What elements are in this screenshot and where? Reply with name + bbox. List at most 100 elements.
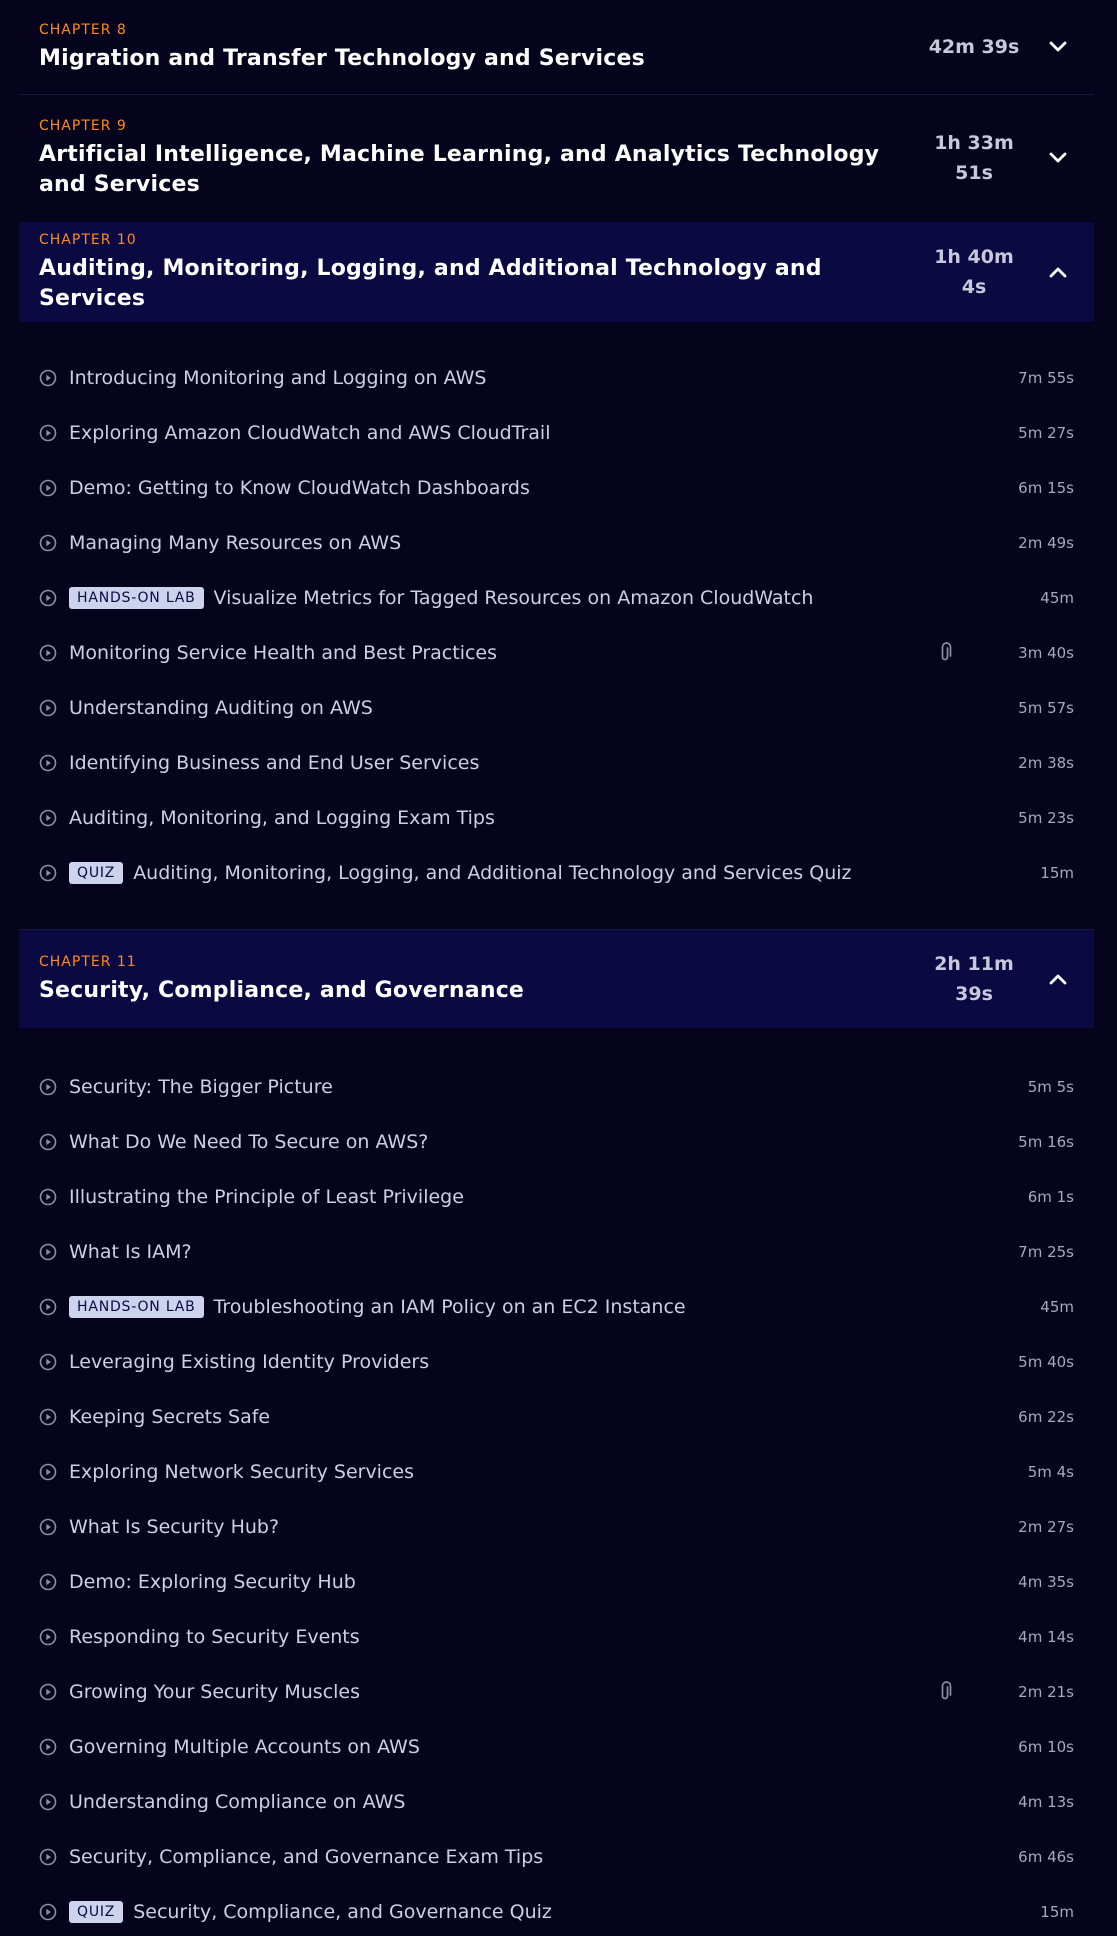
chapter-label: CHAPTER 11 — [39, 953, 137, 970]
lesson-title: Understanding Auditing on AWS — [69, 696, 373, 719]
lesson-title: What Is IAM? — [69, 1240, 192, 1263]
lesson-title: Auditing, Monitoring, Logging, and Addit… — [133, 861, 852, 884]
play-circle-icon — [39, 1793, 57, 1811]
lesson-row[interactable]: Managing Many Resources on AWS 2m 49s — [19, 515, 1094, 570]
lesson-row[interactable]: HANDS-ON LAB Troubleshooting an IAM Polic… — [19, 1279, 1094, 1334]
lesson-duration: 7m 25s — [1018, 1242, 1074, 1261]
lesson-duration: 2m 21s — [1018, 1682, 1074, 1701]
lesson-duration: 6m 46s — [1018, 1847, 1074, 1866]
play-circle-icon — [39, 864, 57, 882]
chapter-info: CHAPTER 8 Migration and Transfer Technol… — [39, 21, 910, 74]
lesson-title: Responding to Security Events — [69, 1625, 360, 1648]
lesson-row[interactable]: Governing Multiple Accounts on AWS 6m 10s — [19, 1719, 1094, 1774]
lesson-row[interactable]: Demo: Exploring Security Hub 4m 35s — [19, 1554, 1094, 1609]
play-circle-icon — [39, 809, 57, 827]
lesson-title: What Do We Need To Secure on AWS? — [69, 1130, 429, 1153]
lesson-type-badge: HANDS-ON LAB — [69, 1295, 204, 1318]
lesson-row[interactable]: QUIZ Auditing, Monitoring, Logging, and A… — [19, 845, 1094, 900]
chapter-8-header[interactable]: CHAPTER 8 Migration and Transfer Technol… — [19, 0, 1094, 94]
play-circle-icon — [39, 424, 57, 442]
lesson-duration: 6m 15s — [1018, 478, 1074, 497]
lesson-row[interactable]: Security, Compliance, and Governance Exa… — [19, 1829, 1094, 1884]
chevron-down-icon[interactable] — [1042, 142, 1074, 174]
chevron-down-icon[interactable] — [1042, 31, 1074, 63]
chapter-duration: 1h 33m 51s — [934, 132, 1014, 184]
lesson-row[interactable]: QUIZ Security, Compliance, and Governance… — [19, 1884, 1094, 1936]
lesson-title: Governing Multiple Accounts on AWS — [69, 1735, 420, 1758]
lesson-row[interactable]: What Is Security Hub? 2m 27s — [19, 1499, 1094, 1554]
lesson-row[interactable]: Leveraging Existing Identity Providers 5m… — [19, 1334, 1094, 1389]
lesson-title: What Is Security Hub? — [69, 1515, 280, 1538]
lesson-row[interactable]: Auditing, Monitoring, and Logging Exam T… — [19, 790, 1094, 845]
chapter-info: CHAPTER 9 Artificial Intelligence, Machi… — [39, 117, 910, 200]
lesson-row[interactable]: Monitoring Service Health and Best Pract… — [19, 625, 1094, 680]
lesson-title: Monitoring Service Health and Best Pract… — [69, 641, 498, 664]
play-circle-icon — [39, 369, 57, 387]
lesson-duration: 5m 40s — [1018, 1352, 1074, 1371]
paperclip-icon — [936, 641, 954, 664]
lesson-row[interactable]: Exploring Network Security Services 5m 4s — [19, 1444, 1094, 1499]
lesson-duration: 4m 13s — [1018, 1792, 1074, 1811]
lesson-duration: 2m 49s — [1018, 533, 1074, 552]
lesson-row[interactable]: What Do We Need To Secure on AWS? 5m 16s — [19, 1114, 1094, 1169]
lesson-title: Introducing Monitoring and Logging on AW… — [69, 366, 487, 389]
lesson-title: Security, Compliance, and Governance Exa… — [69, 1845, 544, 1868]
chevron-up-icon[interactable] — [1042, 256, 1074, 288]
lesson-duration: 4m 35s — [1018, 1572, 1074, 1591]
lesson-duration: 3m 40s — [1018, 643, 1074, 662]
chapter-duration: 2h 11m 39s — [934, 953, 1014, 1005]
play-circle-icon — [39, 589, 57, 607]
chapter-title: Artificial Intelligence, Machine Learnin… — [39, 141, 880, 197]
lesson-title: Identifying Business and End User Servic… — [69, 751, 480, 774]
play-circle-icon — [39, 1463, 57, 1481]
lesson-title: Leveraging Existing Identity Providers — [69, 1350, 430, 1373]
lesson-duration: 45m — [1040, 1297, 1074, 1316]
play-circle-icon — [39, 1738, 57, 1756]
lesson-title: Growing Your Security Muscles — [69, 1680, 361, 1703]
lesson-duration: 5m 5s — [1027, 1077, 1074, 1096]
course-syllabus: CHAPTER 8 Migration and Transfer Technol… — [0, 0, 1117, 1936]
chapter-9-header[interactable]: CHAPTER 9 Artificial Intelligence, Machi… — [19, 95, 1094, 221]
lesson-row[interactable]: Exploring Amazon CloudWatch and AWS Clou… — [19, 405, 1094, 460]
lesson-row[interactable]: Demo: Getting to Know CloudWatch Dashboa… — [19, 460, 1094, 515]
lesson-duration: 2m 27s — [1018, 1517, 1074, 1536]
lesson-duration: 5m 23s — [1018, 808, 1074, 827]
play-circle-icon — [39, 1408, 57, 1426]
lesson-row[interactable]: Keeping Secrets Safe 6m 22s — [19, 1389, 1094, 1444]
lesson-duration: 15m — [1040, 863, 1074, 882]
lesson-row[interactable]: Security: The Bigger Picture 5m 5s — [19, 1059, 1094, 1114]
lesson-row[interactable]: Introducing Monitoring and Logging on AW… — [19, 350, 1094, 405]
chapter-label: CHAPTER 9 — [39, 117, 127, 134]
lesson-type-badge: QUIZ — [69, 861, 124, 884]
chapter-title: Auditing, Monitoring, Logging, and Addit… — [39, 255, 822, 311]
lesson-row[interactable]: HANDS-ON LAB Visualize Metrics for Tagged… — [19, 570, 1094, 625]
lesson-row[interactable]: What Is IAM? 7m 25s — [19, 1224, 1094, 1279]
play-circle-icon — [39, 1133, 57, 1151]
lesson-row[interactable]: Understanding Compliance on AWS 4m 13s — [19, 1774, 1094, 1829]
chevron-up-icon[interactable] — [1042, 963, 1074, 995]
play-circle-icon — [39, 1188, 57, 1206]
play-circle-icon — [39, 1683, 57, 1701]
lesson-type-badge: HANDS-ON LAB — [69, 586, 204, 609]
chapter-info: CHAPTER 11 Security, Compliance, and Gov… — [39, 953, 910, 1006]
play-circle-icon — [39, 1628, 57, 1646]
chapter-info: CHAPTER 10 Auditing, Monitoring, Logging… — [39, 231, 910, 314]
lesson-duration: 6m 10s — [1018, 1737, 1074, 1756]
play-circle-icon — [39, 1848, 57, 1866]
lesson-duration: 7m 55s — [1018, 368, 1074, 387]
lesson-row[interactable]: Illustrating the Principle of Least Priv… — [19, 1169, 1094, 1224]
paperclip-icon — [936, 1680, 954, 1703]
lesson-row[interactable]: Responding to Security Events 4m 14s — [19, 1609, 1094, 1664]
play-circle-icon — [39, 534, 57, 552]
lesson-title: Understanding Compliance on AWS — [69, 1790, 406, 1813]
lesson-row[interactable]: Growing Your Security Muscles 2m 21s — [19, 1664, 1094, 1719]
chapter-10-header[interactable]: CHAPTER 10 Auditing, Monitoring, Logging… — [19, 222, 1094, 322]
chapter-11-header[interactable]: CHAPTER 11 Security, Compliance, and Gov… — [19, 930, 1094, 1028]
lesson-title: Auditing, Monitoring, and Logging Exam T… — [69, 806, 495, 829]
lesson-row[interactable]: Identifying Business and End User Servic… — [19, 735, 1094, 790]
lesson-title: Managing Many Resources on AWS — [69, 531, 402, 554]
lesson-row[interactable]: Understanding Auditing on AWS 5m 57s — [19, 680, 1094, 735]
lesson-title: Keeping Secrets Safe — [69, 1405, 271, 1428]
play-circle-icon — [39, 1078, 57, 1096]
lesson-duration: 6m 22s — [1018, 1407, 1074, 1426]
